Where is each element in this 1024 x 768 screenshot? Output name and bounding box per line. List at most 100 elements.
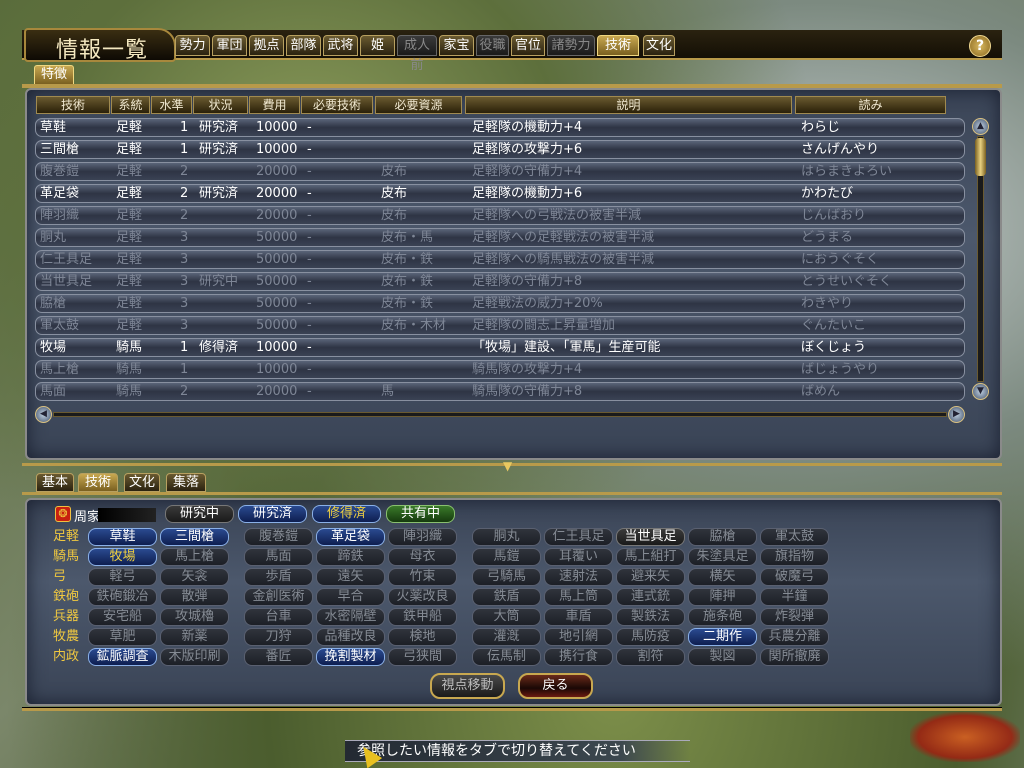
column-header[interactable]: 水準: [151, 96, 192, 114]
tech-cell[interactable]: 馬上筒: [544, 588, 613, 606]
tech-cell[interactable]: 馬上組打: [616, 548, 685, 566]
tech-cell[interactable]: 大筒: [472, 608, 541, 626]
tech-cell[interactable]: 地引網: [544, 628, 613, 646]
vertical-scrollbar[interactable]: ▲ ▼: [972, 118, 989, 400]
tech-cell[interactable]: 製図: [688, 648, 757, 666]
view-move-button[interactable]: 視点移動: [430, 673, 505, 699]
subtab-features[interactable]: 特徴: [34, 65, 74, 85]
tech-cell[interactable]: 水密隔壁: [316, 608, 385, 626]
tab-6[interactable]: 成人前: [397, 35, 437, 73]
tech-cell[interactable]: 鉄砲鍛冶: [88, 588, 157, 606]
table-row[interactable]: 牧場 騎馬 1 修得済 10000- 「牧場」建設、「軍馬」生産可能 ぼくじょう: [35, 338, 965, 357]
tech-cell[interactable]: 腹巻鎧: [244, 528, 313, 546]
tech-cell[interactable]: 朱塗具足: [688, 548, 757, 566]
table-row[interactable]: 仁王具足 足軽 3 50000- 皮布・鉄 足軽隊への騎馬戦法の被害半減 におうぐそく: [35, 250, 965, 269]
tab-9[interactable]: 官位: [511, 35, 545, 56]
tech-cell[interactable]: 軽弓: [88, 568, 157, 586]
tech-cell[interactable]: 牧場: [88, 548, 157, 566]
tech-cell[interactable]: 三間槍: [160, 528, 229, 546]
column-header[interactable]: 系統: [111, 96, 150, 114]
tech-cell[interactable]: 車盾: [544, 608, 613, 626]
tech-cell[interactable]: 当世具足: [616, 528, 685, 546]
bottom-tab-1[interactable]: 技術: [78, 473, 118, 492]
column-header[interactable]: 必要資源: [375, 96, 462, 114]
tech-cell[interactable]: 木版印刷: [160, 648, 229, 666]
table-row[interactable]: 胴丸 足軽 3 50000- 皮布・馬 足軽隊への足軽戦法の被害半減 どうまる: [35, 228, 965, 247]
tab-0[interactable]: 勢力: [175, 35, 210, 56]
tech-cell[interactable]: 歩盾: [244, 568, 313, 586]
column-header[interactable]: 説明: [465, 96, 792, 114]
tech-cell[interactable]: 馬鎧: [472, 548, 541, 566]
tech-cell[interactable]: 台車: [244, 608, 313, 626]
tech-cell[interactable]: 安宅船: [88, 608, 157, 626]
tech-cell[interactable]: 検地: [388, 628, 457, 646]
tab-3[interactable]: 部隊: [286, 35, 321, 56]
tech-cell[interactable]: 刀狩: [244, 628, 313, 646]
tech-cell[interactable]: 遠矢: [316, 568, 385, 586]
tech-cell[interactable]: 陣羽織: [388, 528, 457, 546]
tech-cell[interactable]: 攻城櫓: [160, 608, 229, 626]
tech-cell[interactable]: 革足袋: [316, 528, 385, 546]
scroll-left-icon[interactable]: ◀: [35, 406, 52, 423]
tab-5[interactable]: 姫: [360, 35, 395, 56]
tech-cell[interactable]: 関所撤廃: [760, 648, 829, 666]
tech-cell[interactable]: 馬面: [244, 548, 313, 566]
help-button[interactable]: ?: [969, 35, 991, 57]
scroll-up-icon[interactable]: ▲: [972, 118, 989, 135]
column-header[interactable]: 読み: [795, 96, 946, 114]
column-header[interactable]: 費用: [249, 96, 300, 114]
scroll-right-icon[interactable]: ▶: [948, 406, 965, 423]
tech-cell[interactable]: 灌漑: [472, 628, 541, 646]
tech-cell[interactable]: 胴丸: [472, 528, 541, 546]
tech-cell[interactable]: 鉄甲船: [388, 608, 457, 626]
tab-1[interactable]: 軍団: [212, 35, 247, 56]
table-row[interactable]: 革足袋 足軽 2 研究済 20000- 皮布 足軽隊の機動力+6 かわたび: [35, 184, 965, 203]
tech-cell[interactable]: 竹束: [388, 568, 457, 586]
tech-cell[interactable]: 早合: [316, 588, 385, 606]
tech-cell[interactable]: 速射法: [544, 568, 613, 586]
back-button[interactable]: 戻る: [518, 673, 593, 699]
tech-cell[interactable]: 横矢: [688, 568, 757, 586]
table-row[interactable]: 馬上槍 騎馬 1 10000- 騎馬隊の攻撃力+4 ばじょうやり: [35, 360, 965, 379]
tech-cell[interactable]: 火薬改良: [388, 588, 457, 606]
horizontal-scrollbar[interactable]: ◀ ▶: [35, 406, 965, 423]
tech-cell[interactable]: 弓騎馬: [472, 568, 541, 586]
tech-cell[interactable]: 脇槍: [688, 528, 757, 546]
column-header[interactable]: 状況: [193, 96, 248, 114]
tech-cell[interactable]: 番匠: [244, 648, 313, 666]
tab-7[interactable]: 家宝: [439, 35, 474, 56]
tech-cell[interactable]: 連式銃: [616, 588, 685, 606]
tech-cell[interactable]: 避来矢: [616, 568, 685, 586]
tech-cell[interactable]: 施条砲: [688, 608, 757, 626]
bottom-tab-3[interactable]: 集落: [166, 473, 206, 492]
table-row[interactable]: 馬面 騎馬 2 20000- 馬 騎馬隊の守備力+8 ばめん: [35, 382, 965, 401]
hscroll-track[interactable]: [53, 412, 947, 417]
bottom-tab-0[interactable]: 基本: [36, 473, 74, 492]
scroll-thumb[interactable]: [975, 138, 986, 176]
tech-cell[interactable]: 挽割製材: [316, 648, 385, 666]
chevron-down-icon[interactable]: ▼: [503, 459, 512, 473]
tech-cell[interactable]: 蹄鉄: [316, 548, 385, 566]
tech-cell[interactable]: 旗指物: [760, 548, 829, 566]
table-row[interactable]: 三間槍 足軽 1 研究済 10000- 足軽隊の攻撃力+6 さんげんやり: [35, 140, 965, 159]
tab-10[interactable]: 諸勢力: [547, 35, 595, 56]
tech-cell[interactable]: 製鉄法: [616, 608, 685, 626]
tech-cell[interactable]: 破魔弓: [760, 568, 829, 586]
table-row[interactable]: 脇槍 足軽 3 50000- 皮布・鉄 足軽戦法の威力+20% わきやり: [35, 294, 965, 313]
column-header[interactable]: 必要技術: [301, 96, 373, 114]
tech-cell[interactable]: 散弾: [160, 588, 229, 606]
tech-cell[interactable]: 二期作: [688, 628, 757, 646]
tech-cell[interactable]: 草鞋: [88, 528, 157, 546]
tech-cell[interactable]: 草肥: [88, 628, 157, 646]
scroll-down-icon[interactable]: ▼: [972, 383, 989, 400]
table-row[interactable]: 当世具足 足軽 3 研究中 50000- 皮布・鉄 足軽隊の守備力+8 とうせいぐそく: [35, 272, 965, 291]
tab-11[interactable]: 技術: [597, 35, 639, 56]
tab-12[interactable]: 文化: [643, 35, 675, 56]
tech-cell[interactable]: 馬上槍: [160, 548, 229, 566]
tab-2[interactable]: 拠点: [249, 35, 284, 56]
tech-cell[interactable]: 半鐘: [760, 588, 829, 606]
tech-cell[interactable]: 品種改良: [316, 628, 385, 646]
tech-cell[interactable]: 矢衾: [160, 568, 229, 586]
tech-cell[interactable]: 携行食: [544, 648, 613, 666]
tech-cell[interactable]: 耳覆い: [544, 548, 613, 566]
